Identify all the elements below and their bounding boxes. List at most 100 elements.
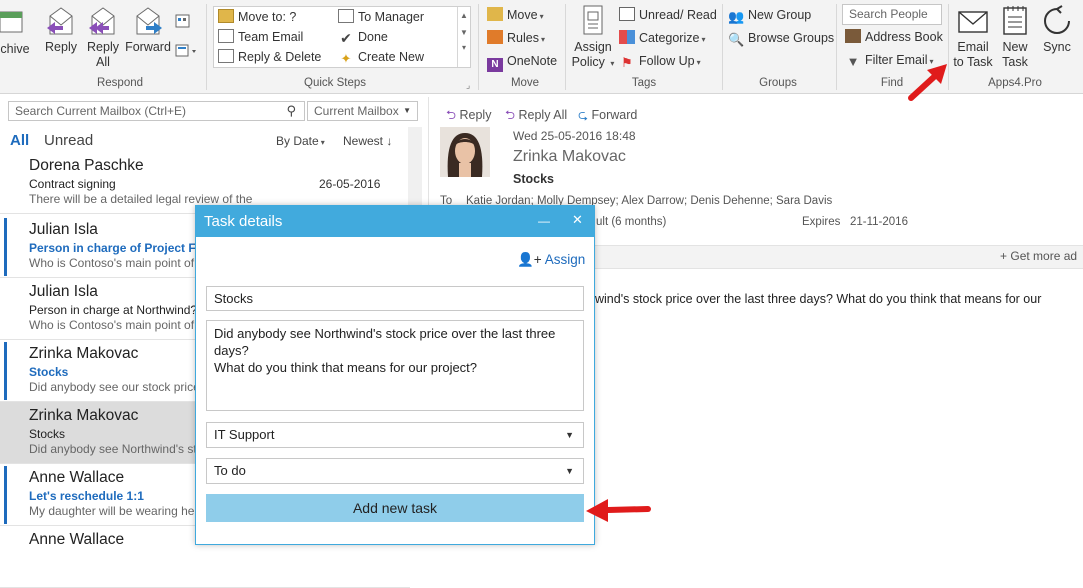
- ribbon: chive Reply Reply All Forward Respond Mo…: [0, 0, 1083, 101]
- email-to-task-button[interactable]: Email to Task: [951, 4, 995, 70]
- move-folder-icon: [487, 7, 503, 21]
- reply-action[interactable]: ⮌ Reply: [446, 106, 491, 127]
- divider: [836, 4, 837, 90]
- quick-step-to-manager[interactable]: To Manager: [338, 8, 424, 26]
- message-subject: Person in charge at Northwind?: [29, 303, 198, 317]
- categorize-button[interactable]: Categorize ▾: [619, 29, 705, 47]
- unread-read-button[interactable]: Unread/ Read: [619, 6, 717, 24]
- message-datetime: Wed 25-05-2016 18:48: [513, 129, 636, 143]
- divider: [206, 4, 207, 90]
- divider: [565, 4, 566, 90]
- message-preview: Who is Contoso's main point of: [29, 318, 195, 332]
- task-body-textarea[interactable]: Did anybody see Northwind's stock price …: [206, 320, 584, 411]
- get-more-addins-link[interactable]: + Get more ad: [1000, 249, 1077, 263]
- forward-icon: ⮎: [578, 108, 589, 122]
- reply-all-button[interactable]: Reply All: [84, 4, 122, 70]
- follow-up-button[interactable]: ⚑ Follow Up ▾: [619, 52, 700, 70]
- respond-group-label: Respond: [96, 77, 144, 89]
- quick-steps-group-label: Quick Steps: [304, 77, 366, 89]
- dialog-title: Task details: [204, 213, 283, 230]
- reply-button[interactable]: Reply: [42, 4, 80, 55]
- forward-icon: [136, 7, 162, 35]
- red-arrow-icon: [586, 499, 651, 522]
- people-icon: 👥: [728, 9, 745, 24]
- apps4pro-group-label: Apps4.Pro: [988, 77, 1042, 89]
- archive-icon: [0, 11, 23, 33]
- forward-action[interactable]: ⮎ Forward: [578, 106, 637, 127]
- mailbox-scope-select[interactable]: Current Mailbox ▼: [307, 101, 418, 121]
- message-subject: Person in charge of Project Falco: [29, 241, 220, 255]
- sparkle-icon: ✦: [340, 51, 352, 66]
- assign-button[interactable]: 👤+ Assign: [517, 252, 585, 268]
- new-group-button[interactable]: 👥 New Group: [728, 6, 811, 24]
- message-sender: Zrinka Makovac: [29, 407, 139, 424]
- new-task-button[interactable]: New Task: [996, 4, 1034, 70]
- message-sender: Anne Wallace: [29, 531, 125, 548]
- move-button[interactable]: Move ▾: [487, 6, 544, 24]
- address-book-button[interactable]: Address Book: [845, 28, 943, 46]
- reply-all-action[interactable]: ⮌ Reply All: [505, 106, 567, 127]
- quick-steps-scroll[interactable]: ▲ ▼ ▾: [457, 7, 470, 67]
- message-sender: Dorena Paschke: [29, 157, 144, 174]
- quick-step-create-new[interactable]: ✦ Create New: [338, 48, 424, 66]
- dialog-titlebar[interactable]: Task details — ✕: [196, 206, 594, 237]
- reply-icon: ⮌: [446, 108, 457, 122]
- meeting-icon[interactable]: [175, 14, 193, 35]
- quick-step-team-email[interactable]: Team Email: [218, 28, 303, 46]
- mailbox-search-input[interactable]: Search Current Mailbox (Ctrl+E) ⚲: [8, 101, 305, 121]
- quick-step-done[interactable]: ✔ Done: [338, 28, 388, 46]
- flag-icon: ⚑: [621, 55, 633, 70]
- message-sender: Anne Wallace: [29, 469, 125, 486]
- message-subject-title: Stocks: [513, 172, 554, 186]
- reply-all-icon: ⮌: [505, 108, 516, 122]
- add-person-icon: 👤+: [517, 252, 542, 267]
- groups-group-label: Groups: [759, 77, 797, 89]
- sync-button[interactable]: Sync: [1038, 4, 1076, 55]
- message-subject: Contract signing: [29, 177, 116, 191]
- avatar: [440, 127, 490, 177]
- checkmark-icon: ✔: [340, 30, 352, 46]
- search-people-input[interactable]: Search People: [842, 4, 942, 25]
- message-preview: My daughter will be wearing her: [29, 504, 199, 518]
- minimize-icon[interactable]: —: [538, 214, 550, 228]
- message-sender: Zrinka Makovac: [29, 345, 139, 362]
- search-icon: ⚲: [286, 103, 296, 118]
- quick-step-move-to[interactable]: Move to: ?: [218, 8, 296, 26]
- message-date: 26-05-2016: [319, 177, 381, 191]
- retention-policy: ult (6 months): [596, 216, 667, 228]
- assign-policy-button[interactable]: Assign Policy ▾: [570, 4, 616, 71]
- task-title-input[interactable]: Stocks: [206, 286, 584, 311]
- envelope-icon: [619, 7, 635, 21]
- message-preview: Did anybody see our stock price: [29, 380, 200, 394]
- archive-button[interactable]: chive: [0, 4, 30, 57]
- expires-date: 21-11-2016: [850, 216, 908, 228]
- expires-label: Expires: [802, 216, 841, 228]
- divider: [478, 4, 479, 90]
- policy-icon: [583, 5, 603, 35]
- onenote-button[interactable]: N OneNote: [487, 52, 557, 72]
- quick-step-reply-delete[interactable]: Reply & Delete: [218, 48, 321, 66]
- plan-select[interactable]: IT Support ▼: [206, 422, 584, 448]
- message-subject: Stocks: [29, 365, 69, 379]
- close-icon[interactable]: ✕: [572, 212, 583, 228]
- reply-all-icon: [89, 7, 115, 35]
- filter-icon: ▼: [846, 54, 860, 69]
- message-preview: Who is Contoso's main point of: [29, 256, 195, 270]
- chevron-down-icon: ▼: [565, 466, 574, 476]
- dialog-launcher-icon[interactable]: ⌟: [466, 80, 470, 91]
- message-from[interactable]: Zrinka Makovac: [513, 148, 626, 166]
- rules-icon: [487, 30, 503, 44]
- bucket-select[interactable]: To do ▼: [206, 458, 584, 484]
- browse-groups-button[interactable]: 🔍 Browse Groups: [728, 29, 834, 47]
- plus-icon: +: [1000, 249, 1008, 263]
- rules-button[interactable]: Rules ▾: [487, 29, 545, 47]
- categorize-icon: [619, 30, 635, 44]
- add-new-task-button[interactable]: Add new task: [206, 494, 584, 522]
- tags-group-label: Tags: [631, 77, 657, 89]
- browse-icon: 🔍: [728, 32, 745, 47]
- divider: [722, 4, 723, 90]
- more-respond-icon[interactable]: [175, 43, 199, 64]
- reply-icon: [47, 7, 73, 35]
- team-email-icon: [218, 29, 234, 43]
- forward-button[interactable]: Forward: [124, 4, 172, 55]
